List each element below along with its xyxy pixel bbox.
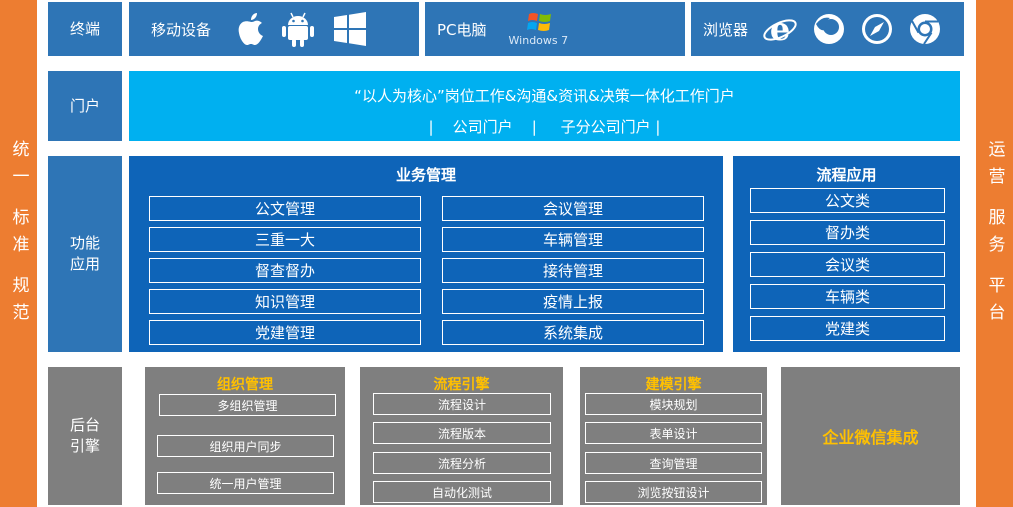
apple-icon — [238, 13, 264, 45]
left-bar-chars-3: 规范 — [8, 276, 29, 330]
business-management-panel: 业务管理 公文管理 三重一大 督查督办 知识管理 党建管理 会议管理 车辆管理 … — [129, 156, 723, 352]
process-item[interactable]: 督办类 — [750, 220, 945, 245]
engine-label-line2: 引擎 — [69, 437, 100, 455]
engine-item[interactable]: 流程版本 — [373, 422, 551, 444]
terminal-label: 终端 — [48, 2, 122, 56]
flow-engine-panel: 流程引擎 流程设计 流程版本 流程分析 自动化测试 — [360, 367, 563, 505]
firefox-icon — [814, 14, 845, 44]
engine-item[interactable]: 模块规划 — [585, 393, 762, 415]
function-label-line1: 功能 — [69, 234, 100, 252]
chrome-icon — [910, 14, 941, 45]
svg-text:e: e — [770, 11, 790, 47]
org-management-panel: 组织管理 多组织管理 组织用户同步 统一用户管理 — [145, 367, 345, 505]
engine-label: 后台 引擎 — [48, 367, 122, 505]
engine-item[interactable]: 查询管理 — [585, 452, 762, 474]
browser-label: 浏览器 — [703, 20, 749, 39]
business-item[interactable]: 疫情上报 — [442, 289, 704, 314]
org-management-title: 组织管理 — [217, 377, 273, 393]
process-application-title: 流程应用 — [816, 166, 877, 184]
left-bar-chars-1: 统一 — [8, 140, 29, 194]
ie-icon: e — [763, 11, 797, 47]
pc-block: PC电脑 Windows 7 — [425, 2, 685, 56]
windows7-flag-icon — [526, 13, 551, 31]
engine-label-line1: 后台 — [69, 416, 100, 434]
windows7-text: Windows 7 — [508, 34, 569, 47]
business-item[interactable]: 知识管理 — [149, 289, 421, 314]
mobile-devices-label: 移动设备 — [151, 20, 212, 39]
business-management-title: 业务管理 — [395, 166, 456, 184]
left-bar-text-1: 统一 — [0, 140, 37, 204]
business-item[interactable]: 系统集成 — [442, 320, 704, 345]
model-engine-title: 建模引擎 — [645, 377, 702, 393]
browser-block: 浏览器 e — [691, 2, 964, 56]
portal-label: 门户 — [48, 71, 122, 141]
function-label-line2: 应用 — [69, 255, 100, 273]
model-engine-panel: 建模引擎 模块规划 表单设计 查询管理 浏览按钮设计 — [580, 367, 767, 505]
safari-icon — [862, 14, 893, 44]
portal-links: | 公司门户 | 子分公司门户 | — [428, 118, 661, 136]
business-item[interactable]: 会议管理 — [442, 196, 704, 221]
terminal-label-text: 终端 — [69, 19, 100, 38]
engine-item[interactable]: 流程分析 — [373, 452, 551, 474]
right-bar-text-2: 服务 — [976, 208, 1013, 272]
right-bar-chars-2: 服务 — [984, 208, 1005, 262]
process-item[interactable]: 公文类 — [750, 188, 945, 213]
function-label: 功能 应用 — [48, 156, 122, 352]
right-platform-bar: 运营 服务 平台 — [976, 0, 1013, 507]
business-item[interactable]: 接待管理 — [442, 258, 704, 283]
business-item[interactable]: 公文管理 — [149, 196, 421, 221]
wechat-integration-title: 企业微信集成 — [822, 428, 919, 447]
windows-icon — [334, 12, 367, 46]
engine-item[interactable]: 多组织管理 — [159, 394, 336, 416]
process-item[interactable]: 党建类 — [750, 316, 945, 341]
portal-block: “以人为核心”岗位工作&沟通&资讯&决策一体化工作门户 | 公司门户 | 子分公… — [129, 71, 960, 141]
business-item[interactable]: 三重一大 — [149, 227, 421, 252]
left-standard-bar: 统一 标准 规范 — [0, 0, 37, 507]
process-application-panel: 流程应用 公文类 督办类 会议类 车辆类 党建类 — [733, 156, 960, 352]
process-item[interactable]: 车辆类 — [750, 284, 945, 309]
flow-engine-title: 流程引擎 — [433, 377, 490, 393]
left-bar-chars-2: 标准 — [8, 208, 29, 262]
portal-label-text: 门户 — [69, 96, 100, 115]
engine-item[interactable]: 统一用户管理 — [157, 472, 334, 494]
business-item[interactable]: 党建管理 — [149, 320, 421, 345]
right-bar-chars-3: 平台 — [984, 276, 1005, 330]
right-bar-chars-1: 运营 — [984, 140, 1005, 194]
right-bar-text-3: 平台 — [976, 276, 1013, 340]
portal-headline: “以人为核心”岗位工作&沟通&资讯&决策一体化工作门户 — [354, 87, 735, 105]
engine-item[interactable]: 浏览按钮设计 — [585, 481, 762, 503]
android-icon — [282, 12, 315, 47]
engine-item[interactable]: 流程设计 — [373, 393, 551, 415]
process-item[interactable]: 会议类 — [750, 252, 945, 277]
business-item[interactable]: 车辆管理 — [442, 227, 704, 252]
engine-item[interactable]: 表单设计 — [585, 422, 762, 444]
engine-item[interactable]: 自动化测试 — [373, 481, 551, 503]
mobile-devices-block: 移动设备 — [129, 2, 419, 56]
left-bar-text-2: 标准 — [0, 208, 37, 272]
pc-label: PC电脑 — [437, 20, 487, 39]
business-item[interactable]: 督查督办 — [149, 258, 421, 283]
right-bar-text-1: 运营 — [976, 140, 1013, 204]
wechat-integration-panel[interactable]: 企业微信集成 — [781, 367, 960, 505]
windows7-logo: Windows 7 — [509, 7, 579, 51]
left-bar-text-3: 规范 — [0, 276, 37, 340]
engine-item[interactable]: 组织用户同步 — [157, 435, 334, 457]
